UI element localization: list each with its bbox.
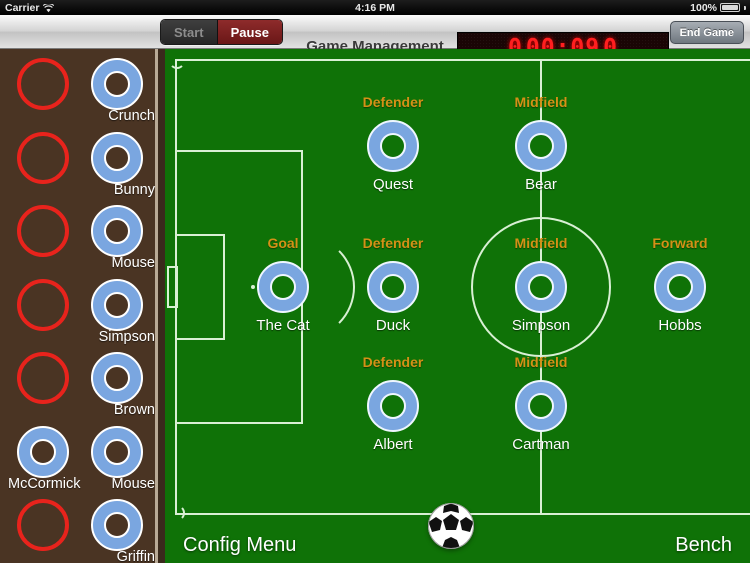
bench-slot-label: Brown (113, 402, 155, 418)
corner-arc-top-left (169, 53, 185, 69)
bench-slot-label: Simpson (98, 328, 155, 345)
bench-slot[interactable] (91, 425, 143, 478)
goal-mouth (167, 266, 178, 308)
pitch-bottom-bar: Config Menu Bench (165, 503, 750, 563)
battery-cap-icon (744, 5, 746, 10)
battery-percent-label: 100% (690, 1, 717, 14)
player-circle-icon[interactable] (367, 261, 419, 313)
player-position-label: Midfield (514, 94, 568, 110)
player-circle-icon[interactable] (654, 261, 706, 313)
bench-slot[interactable] (17, 131, 69, 184)
bench-slot-label: Crunch (108, 108, 155, 124)
player-name-label: Simpson (511, 317, 571, 334)
bench-slot[interactable] (91, 499, 143, 551)
player-name-label: Hobbs (658, 317, 702, 334)
player-circle-icon[interactable] (515, 380, 567, 432)
player-circle-icon[interactable] (367, 120, 419, 172)
bench-slot-label: Griffin (116, 549, 155, 563)
bench-slot[interactable] (17, 352, 69, 404)
player-name-label: Quest (372, 176, 414, 193)
player-circle-icon[interactable] (257, 261, 309, 313)
start-pause-segmented-control[interactable]: Start Pause (160, 19, 283, 45)
player-position-label: Defender (362, 354, 424, 370)
bench-slot[interactable] (17, 499, 69, 551)
soccer-pitch: Defender Quest Midfield Bear Goal The Cat Defe… (165, 49, 750, 563)
pitch-line-top (175, 59, 750, 61)
bench-slot-label: Mouse (111, 475, 155, 492)
bench-slot[interactable] (91, 278, 143, 331)
corner-arc-bottom-left (169, 505, 185, 521)
player-circle-icon[interactable] (515, 120, 567, 172)
soccer-ball-icon[interactable] (428, 503, 474, 549)
top-toolbar: Game Management Start Pause 0 00:09 0 En… (0, 15, 750, 63)
bench-slot[interactable] (91, 205, 143, 257)
bench-slot-label: McCormick (8, 475, 81, 492)
pause-button[interactable]: Pause (217, 20, 282, 44)
bench-slot[interactable] (91, 352, 143, 404)
bench-slot-label: Mouse (111, 255, 155, 271)
penalty-box-bottom (175, 422, 303, 424)
player-name-label: Duck (375, 317, 411, 334)
player-name-label: Bear (525, 176, 557, 193)
player-position-label: Midfield (514, 354, 568, 370)
bench-slot[interactable] (17, 425, 69, 478)
player-position-label: Defender (362, 94, 424, 110)
player-name-label: Albert (373, 436, 413, 453)
config-menu-button[interactable]: Config Menu (183, 534, 296, 557)
bench-slot[interactable] (17, 278, 69, 331)
player-circle-icon[interactable] (515, 261, 567, 313)
player-circle-icon[interactable] (367, 380, 419, 432)
bench-slot[interactable] (91, 131, 143, 184)
start-button[interactable]: Start (161, 20, 218, 44)
bench-slot[interactable] (17, 58, 69, 110)
game-management-screen: Carrier 4:16 PM 100% Game Management Sta… (0, 0, 750, 563)
bench-edge (158, 49, 165, 563)
status-bar-clock: 4:16 PM (355, 1, 395, 14)
bench-slot[interactable] (91, 58, 143, 110)
player-position-label: Midfield (514, 235, 568, 251)
bench-sidebar: McCormick Crunch Bunny Mouse Simpson Brown Mo… (0, 49, 165, 563)
goal-box-bottom (175, 338, 225, 340)
penalty-spot (251, 285, 255, 289)
player-name-label: Cartman (512, 436, 570, 453)
ios-status-bar: Carrier 4:16 PM 100% (0, 0, 750, 15)
battery-icon (720, 3, 740, 12)
bench-slot[interactable] (17, 205, 69, 257)
penalty-box-top (175, 150, 303, 152)
bench-slot-label: Bunny (113, 181, 155, 198)
bench-button[interactable]: Bench (675, 534, 732, 557)
end-game-button[interactable]: End Game (669, 21, 744, 44)
status-bar-right: 100% (690, 2, 746, 14)
player-position-label: Defender (362, 235, 424, 251)
player-position-label: Forward (652, 235, 708, 251)
